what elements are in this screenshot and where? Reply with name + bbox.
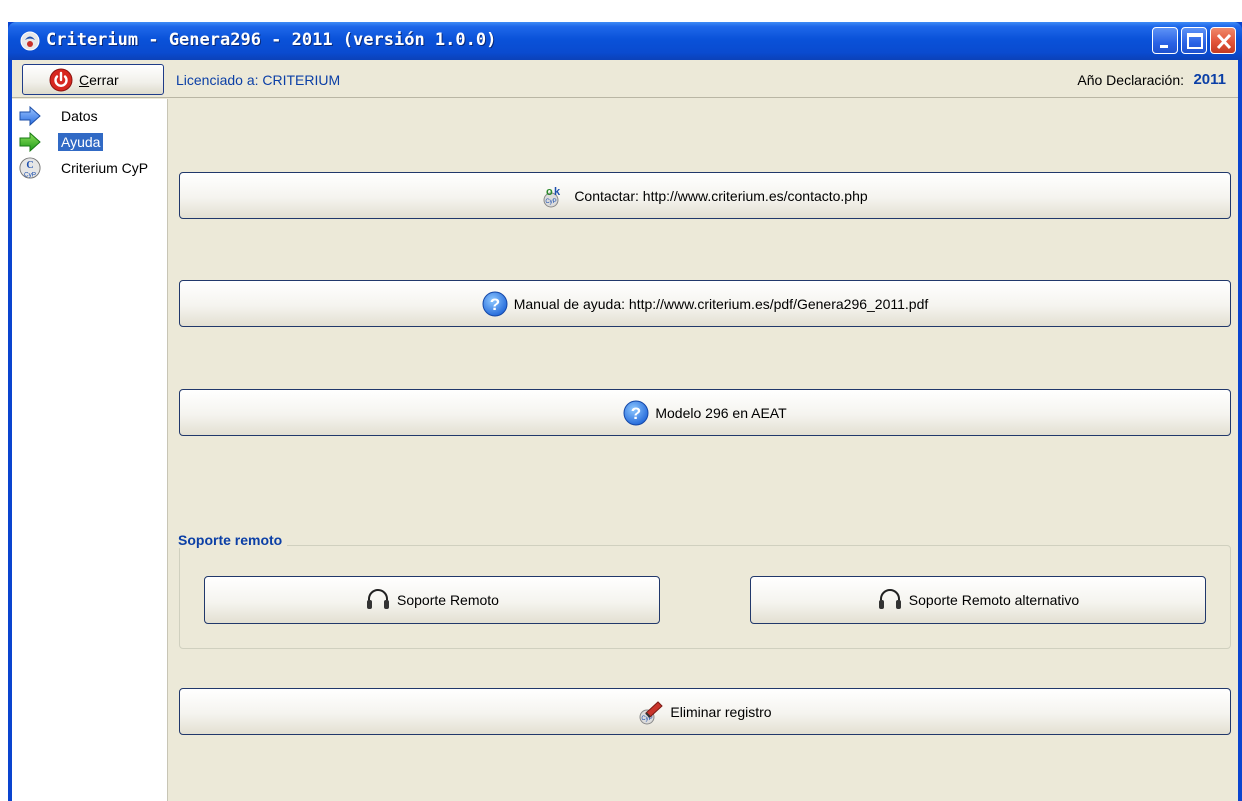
- svg-text:?: ?: [631, 404, 641, 423]
- criterium-cyp-icon: C CyP: [19, 157, 41, 179]
- cerrar-label: Cerrar: [79, 72, 119, 88]
- headset-icon: [878, 589, 901, 609]
- sidebar-item-ayuda[interactable]: Ayuda: [18, 129, 166, 155]
- sidebar-item-label: Ayuda: [58, 133, 104, 151]
- svg-text:CyP: CyP: [24, 171, 36, 178]
- contact-ok-icon: CyP o k: [543, 186, 561, 207]
- svg-text:CyP: CyP: [642, 716, 653, 722]
- app-window: Criterium - Genera296 - 2011 (versión 1.…: [8, 22, 1242, 801]
- remote-support-label: Soporte Remoto: [397, 592, 499, 608]
- help-icon: ?: [482, 291, 508, 316]
- manual-label: Manual de ayuda: http://www.criterium.es…: [513, 295, 929, 312]
- modelo-296-button[interactable]: ? Modelo 296 en AEAT: [179, 389, 1231, 436]
- contact-button[interactable]: CyP o k Contactar: http://www.criterium.…: [179, 172, 1231, 219]
- svg-text:C: C: [26, 160, 33, 171]
- title-bar[interactable]: Criterium - Genera296 - 2011 (versión 1.…: [8, 22, 1242, 60]
- svg-text:CyP: CyP: [546, 199, 557, 205]
- maximize-button[interactable]: [1181, 27, 1207, 54]
- year-label: Año Declaración:: [1077, 72, 1184, 88]
- power-icon: [49, 68, 73, 92]
- sidebar-item-label: Datos: [61, 108, 98, 124]
- sidebar-item-label: Criterium CyP: [61, 160, 149, 176]
- criterium-app-icon: [20, 31, 40, 51]
- license-text: Licenciado a: CRITERIUM: [176, 72, 341, 88]
- toolbar: Cerrar Licenciado a: CRITERIUM Año Decla…: [12, 60, 1238, 98]
- year-value: 2011: [1193, 71, 1226, 88]
- remote-support-button[interactable]: Soporte Remoto: [204, 576, 660, 624]
- manual-button[interactable]: ? Manual de ayuda: http://www.criterium.…: [179, 280, 1231, 327]
- headset-icon: [367, 589, 390, 609]
- contact-label: Contactar: http://www.criterium.es/conta…: [574, 187, 868, 204]
- sidebar: Datos Ayuda C CyP Criterium CyP: [12, 99, 168, 801]
- delete-registration-label: Eliminar registro: [670, 703, 772, 720]
- delete-registration-button[interactable]: CyP Eliminar registro: [179, 688, 1231, 735]
- svg-text:?: ?: [490, 295, 500, 314]
- close-icon: [1216, 33, 1232, 50]
- eraser-icon: CyP: [639, 700, 664, 724]
- minimize-button[interactable]: [1152, 27, 1178, 54]
- svg-text:k: k: [554, 186, 561, 198]
- help-icon: ?: [623, 400, 649, 425]
- blue-arrow-icon: [19, 105, 41, 127]
- minimize-icon: [1160, 45, 1168, 48]
- svg-text:o: o: [546, 186, 553, 198]
- remote-support-alt-button[interactable]: Soporte Remoto alternativo: [750, 576, 1206, 624]
- modelo-label: Modelo 296 en AEAT: [655, 404, 787, 421]
- cerrar-button[interactable]: Cerrar: [22, 64, 164, 95]
- green-arrow-icon: [19, 131, 41, 153]
- maximize-icon: [1187, 33, 1203, 49]
- client-area: Cerrar Licenciado a: CRITERIUM Año Decla…: [12, 60, 1238, 801]
- close-window-button[interactable]: [1210, 27, 1236, 54]
- sidebar-item-criterium-cyp[interactable]: C CyP Criterium CyP: [18, 155, 166, 181]
- sidebar-item-datos[interactable]: Datos: [18, 103, 166, 129]
- window-title: Criterium - Genera296 - 2011 (versión 1.…: [46, 30, 497, 50]
- remote-support-alt-label: Soporte Remoto alternativo: [908, 592, 1080, 608]
- remote-support-group-title: Soporte remoto: [178, 532, 288, 548]
